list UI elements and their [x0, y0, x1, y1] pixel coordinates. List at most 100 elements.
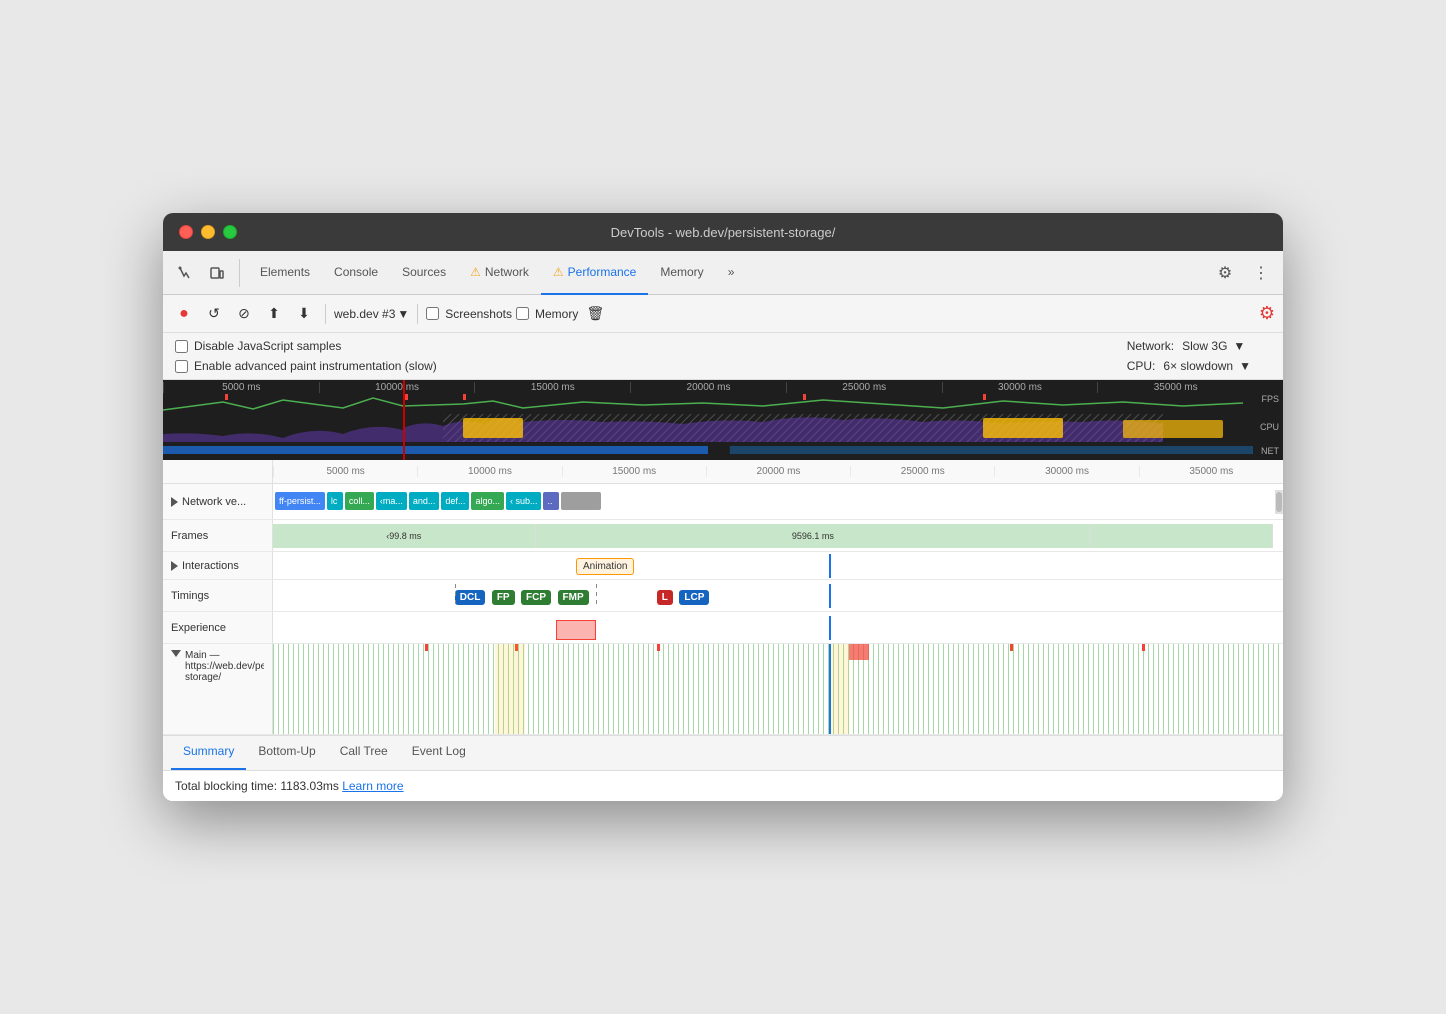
dcl-badge[interactable]: DCL	[455, 590, 486, 605]
track-scrollbar[interactable]	[1275, 490, 1283, 514]
clear-button[interactable]: ⊘	[231, 301, 257, 327]
tab-console[interactable]: Console	[322, 251, 390, 295]
tab-sources[interactable]: Sources	[390, 251, 458, 295]
delete-recording-button[interactable]: 🗑	[582, 301, 608, 327]
lcp-badge[interactable]: LCP	[679, 590, 709, 605]
fp-badge[interactable]: FP	[492, 590, 515, 605]
fps-chart-area	[163, 394, 1253, 412]
enable-paint-option[interactable]: Enable advanced paint instrumentation (s…	[175, 359, 437, 373]
ruler2-15000: 15000 ms	[562, 466, 706, 477]
network-item-8[interactable]: ..	[543, 492, 559, 510]
options-bar: Disable JavaScript samples Enable advanc…	[163, 333, 1283, 380]
animation-tag[interactable]: Animation	[576, 558, 634, 575]
blue-cursor-experience	[829, 616, 831, 640]
enable-paint-checkbox[interactable]	[175, 360, 188, 373]
experience-cls-block[interactable]	[556, 620, 596, 640]
network-item-1[interactable]: lc	[327, 492, 343, 510]
network-throttle-option[interactable]: Network: Slow 3G ▼	[1127, 339, 1251, 353]
main-timeline-area: 5000 ms 10000 ms 15000 ms 20000 ms 25000…	[163, 460, 1283, 735]
main-red-block	[849, 644, 869, 660]
timings-badges-group-2: L LCP	[657, 587, 712, 605]
l-badge[interactable]: L	[657, 590, 673, 605]
screenshots-checkbox[interactable]	[426, 307, 439, 320]
experience-track-label: Experience	[163, 612, 273, 643]
disable-js-samples-option[interactable]: Disable JavaScript samples	[175, 339, 437, 353]
dashed-line-1	[455, 584, 456, 608]
record-button[interactable]: ●	[171, 301, 197, 327]
interactions-expand-icon	[171, 561, 178, 571]
frame-block-0[interactable]: ‹99.8 ms	[273, 524, 536, 548]
timeline-ruler-bottom: 5000 ms 10000 ms 15000 ms 20000 ms 25000…	[163, 460, 1283, 484]
dashed-line-2	[596, 584, 597, 608]
tab-performance[interactable]: ⚠ Performance	[541, 251, 648, 295]
timings-track-label: Timings	[163, 580, 273, 611]
devtools-body: Elements Console Sources ⚠ Network ⚠ Per…	[163, 251, 1283, 801]
fps-label: FPS	[1261, 394, 1279, 404]
timeline-cursor[interactable]	[403, 380, 405, 460]
network-warn-icon: ⚠	[470, 265, 481, 279]
learn-more-link[interactable]: Learn more	[342, 779, 403, 793]
network-item-2[interactable]: coll...	[345, 492, 374, 510]
toolbar-separator-2	[417, 304, 418, 324]
maximize-button[interactable]	[223, 225, 237, 239]
tracks-container: Network ve... ff-persist... lc coll... ‹…	[163, 484, 1283, 735]
tab-bar-left-icons	[171, 259, 240, 287]
profile-selector[interactable]: web.dev #3 ▼	[334, 307, 409, 321]
status-text: Total blocking time: 1183.03ms	[175, 779, 342, 793]
frame-block-2[interactable]	[1091, 524, 1273, 548]
main-red-3	[657, 644, 660, 651]
disable-js-checkbox[interactable]	[175, 340, 188, 353]
tab-call-tree[interactable]: Call Tree	[328, 734, 400, 770]
network-item-9[interactable]	[561, 492, 601, 510]
tab-elements[interactable]: Elements	[248, 251, 322, 295]
tab-more[interactable]: »	[716, 251, 747, 295]
ruler-mark-30000: 30000 ms	[942, 382, 1098, 393]
reload-button[interactable]: ↺	[201, 301, 227, 327]
performance-warn-icon: ⚠	[553, 265, 564, 279]
screenshots-checkbox-group[interactable]: Screenshots	[426, 307, 512, 321]
timeline-overview[interactable]: 5000 ms 10000 ms 15000 ms 20000 ms 25000…	[163, 380, 1283, 460]
network-track-row: Network ve... ff-persist... lc coll... ‹…	[163, 484, 1283, 520]
perf-settings-button[interactable]: ⚙	[1259, 303, 1275, 324]
ruler-mark-10000: 10000 ms	[319, 382, 475, 393]
tab-summary[interactable]: Summary	[171, 734, 246, 770]
network-item-7[interactable]: ‹ sub...	[506, 492, 542, 510]
network-item-5[interactable]: def...	[441, 492, 469, 510]
memory-checkbox-group[interactable]: Memory	[516, 307, 578, 321]
frames-track-content: ‹99.8 ms 9596.1 ms	[273, 520, 1283, 551]
tab-event-log[interactable]: Event Log	[400, 734, 478, 770]
network-item-4[interactable]: and...	[409, 492, 440, 510]
ruler2-30000: 30000 ms	[994, 466, 1138, 477]
frame-block-1[interactable]: 9596.1 ms	[536, 524, 1092, 548]
window-title: DevTools - web.dev/persistent-storage/	[611, 225, 836, 240]
cpu-throttle-option[interactable]: CPU: 6× slowdown ▼	[1127, 359, 1251, 373]
tab-network[interactable]: ⚠ Network	[458, 251, 541, 295]
main-track-label: Main — https://web.dev/persistent-storag…	[163, 644, 273, 734]
network-item-6[interactable]: algo...	[471, 492, 504, 510]
network-expand-icon	[171, 497, 178, 507]
minimize-button[interactable]	[201, 225, 215, 239]
bottom-tabs: Summary Bottom-Up Call Tree Event Log	[163, 735, 1283, 771]
network-item-3[interactable]: ‹ma...	[376, 492, 407, 510]
scrollbar-thumb[interactable]	[1276, 492, 1282, 512]
network-item-0[interactable]: ff-persist...	[275, 492, 325, 510]
tab-memory[interactable]: Memory	[648, 251, 715, 295]
download-button[interactable]: ⬇	[291, 301, 317, 327]
blue-cursor-timings	[829, 584, 831, 608]
ruler-mark-15000: 15000 ms	[474, 382, 630, 393]
more-options-icon-btn[interactable]: ⋮	[1247, 259, 1275, 287]
device-toggle-icon[interactable]	[203, 259, 231, 287]
settings-icon-btn[interactable]: ⚙	[1211, 259, 1239, 287]
fcp-badge[interactable]: FCP	[521, 590, 551, 605]
ruler2-35000: 35000 ms	[1139, 466, 1283, 477]
net-label: NET	[1261, 446, 1279, 456]
interactions-track-label[interactable]: Interactions	[163, 552, 273, 579]
devtools-window: DevTools - web.dev/persistent-storage/ E…	[163, 213, 1283, 801]
tab-bottom-up[interactable]: Bottom-Up	[246, 734, 327, 770]
fmp-badge[interactable]: FMP	[558, 590, 589, 605]
upload-button[interactable]: ⬆	[261, 301, 287, 327]
memory-checkbox[interactable]	[516, 307, 529, 320]
network-track-label[interactable]: Network ve...	[163, 484, 273, 519]
inspect-icon[interactable]	[171, 259, 199, 287]
close-button[interactable]	[179, 225, 193, 239]
